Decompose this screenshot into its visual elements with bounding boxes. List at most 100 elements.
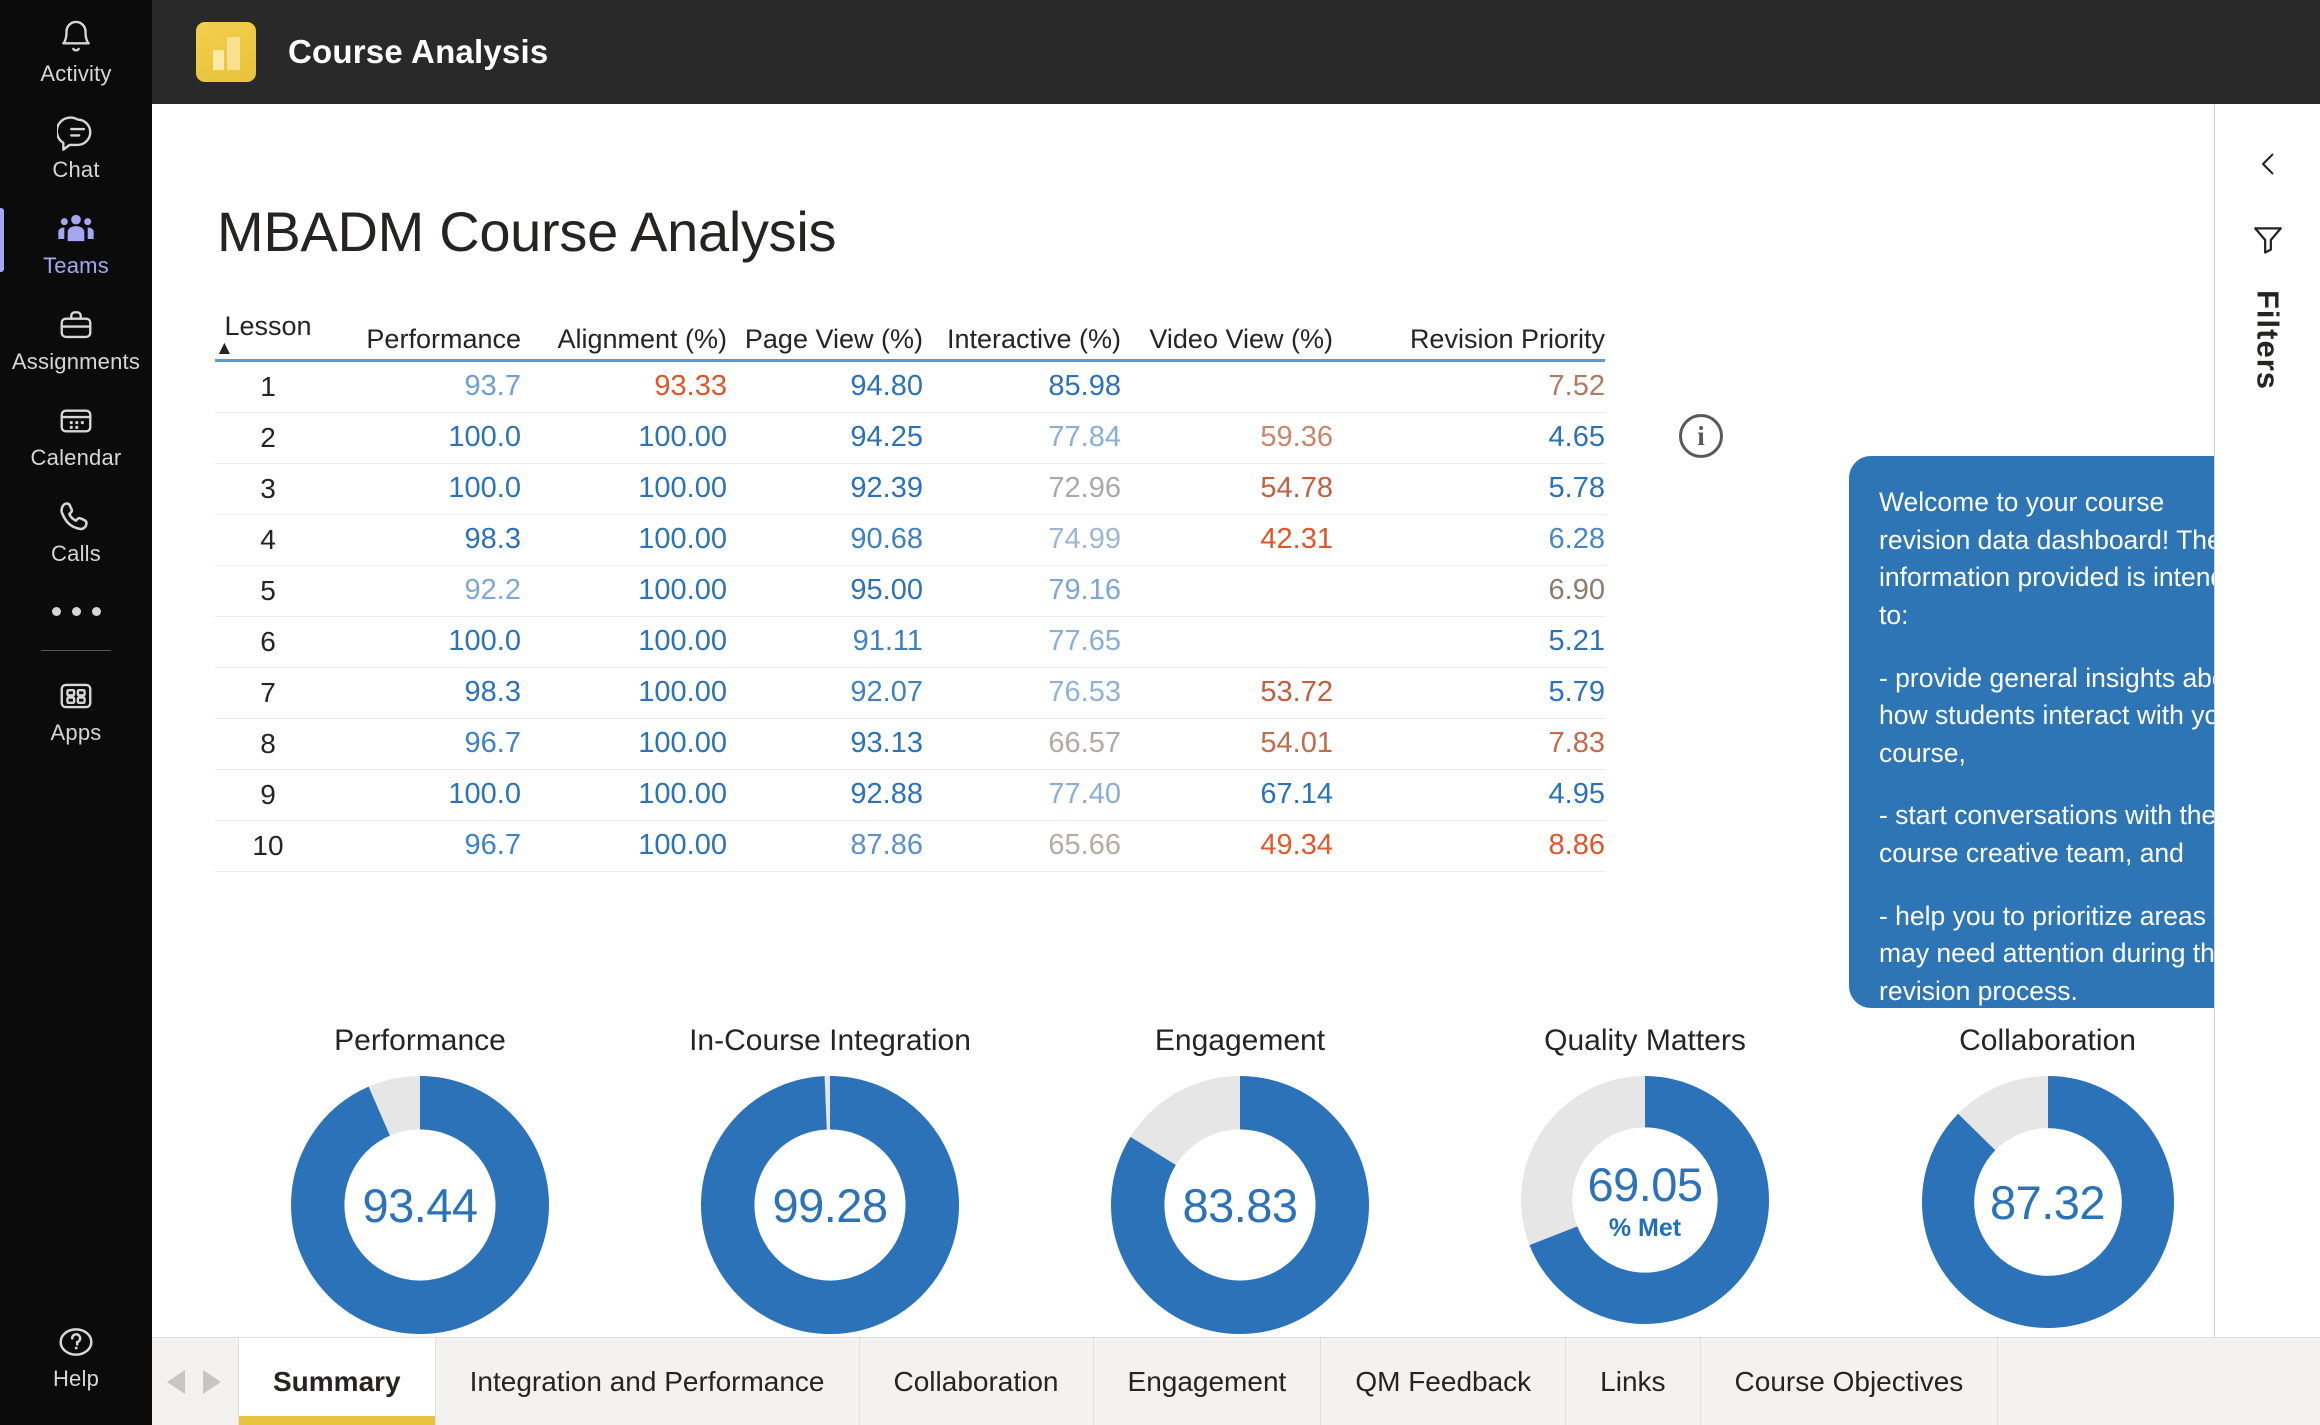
table-row[interactable]: 9 100.0 100.00 92.88 77.40 67.14 4.95 (215, 769, 1605, 821)
sidebar-item-help[interactable]: Help (0, 1305, 152, 1401)
cell-interactive: 76.53 (923, 667, 1121, 719)
tab-engagement[interactable]: Engagement (1093, 1338, 1322, 1425)
cell-page-view: 91.11 (727, 616, 923, 668)
cell-revision-priority: 6.90 (1333, 565, 1605, 617)
column-header-video-view[interactable]: Video View (%) (1121, 311, 1333, 361)
table-row[interactable]: 2 100.0 100.00 94.25 77.84 59.36 4.65 (215, 412, 1605, 464)
cell-alignment: 100.00 (521, 616, 727, 668)
page-tabbar: Summary Integration and Performance Collab… (152, 1337, 2320, 1425)
kpi-donut-ring: 87.32 (1921, 1076, 2174, 1328)
welcome-info-card: Welcome to your course revision data das… (1849, 456, 2214, 1008)
chevron-left-icon[interactable] (2242, 138, 2294, 190)
table-row[interactable]: 10 96.7 100.00 87.86 65.66 49.34 8.86 (215, 820, 1605, 872)
cell-interactive: 85.98 (923, 360, 1121, 413)
tab-course-objectives[interactable]: Course Objectives (1700, 1338, 1999, 1425)
cell-alignment: 100.00 (521, 412, 727, 464)
kpi-donut[interactable]: Engagement 83.83 (1035, 1024, 1445, 1334)
cell-video-view: 53.72 (1121, 667, 1333, 719)
report-canvas: MBADM Course Analysis Lesson ▲ Performan… (152, 104, 2214, 1337)
page-title: MBADM Course Analysis (217, 200, 837, 263)
kpi-donut-row: Performance 93.44 In-Course Integration 99.… (215, 1024, 2214, 1334)
table-row[interactable]: 1 93.7 93.33 94.80 85.98 7.52 (215, 360, 1605, 413)
table-row[interactable]: 8 96.7 100.00 93.13 66.57 54.01 7.83 (215, 718, 1605, 770)
tab-summary[interactable]: Summary (238, 1338, 436, 1425)
caret-left-icon[interactable] (164, 1367, 190, 1397)
cell-lesson: 6 (215, 616, 321, 668)
cell-performance: 98.3 (321, 514, 521, 566)
tab-links[interactable]: Links (1566, 1338, 1701, 1425)
sidebar-item-activity[interactable]: Activity (0, 0, 152, 96)
info-icon[interactable]: i (1679, 414, 1723, 458)
cell-alignment: 100.00 (521, 718, 727, 770)
column-header-lesson[interactable]: Lesson ▲ (215, 311, 321, 361)
cell-lesson: 10 (215, 820, 321, 872)
column-header-performance[interactable]: Performance (321, 311, 521, 361)
tab-qm-feedback[interactable]: QM Feedback (1321, 1338, 1567, 1425)
cell-page-view: 94.25 (727, 412, 923, 464)
calendar-icon (53, 400, 99, 442)
sidebar-item-calendar[interactable]: Calendar (0, 384, 152, 480)
table-row[interactable]: 4 98.3 100.00 90.68 74.99 42.31 6.28 (215, 514, 1605, 566)
cell-alignment: 100.00 (521, 565, 727, 617)
kpi-donut[interactable]: Performance 93.44 (215, 1024, 625, 1334)
cell-performance: 100.0 (321, 616, 521, 668)
cell-revision-priority: 4.65 (1333, 412, 1605, 464)
cell-interactive: 77.40 (923, 769, 1121, 821)
cell-revision-priority: 4.95 (1333, 769, 1605, 821)
sidebar-item-chat[interactable]: Chat (0, 96, 152, 192)
cell-performance: 93.7 (321, 360, 521, 413)
table-row[interactable]: 7 98.3 100.00 92.07 76.53 53.72 5.79 (215, 667, 1605, 719)
sidebar-item-label: Assignments (11, 348, 141, 374)
cell-revision-priority: 8.86 (1333, 820, 1605, 872)
teams-icon (53, 208, 99, 250)
app-rail: Activity Chat Teams Assignments Calendar… (0, 0, 152, 1425)
sidebar-item-assignments[interactable]: Assignments (0, 288, 152, 384)
tab-integration-and-performance[interactable]: Integration and Performance (435, 1338, 860, 1425)
sidebar-item-teams[interactable]: Teams (0, 192, 152, 288)
cell-alignment: 100.00 (521, 667, 727, 719)
tab-label: Summary (273, 1365, 401, 1397)
cell-page-view: 93.13 (727, 718, 923, 770)
column-header-interactive[interactable]: Interactive (%) (923, 311, 1121, 361)
cell-performance: 98.3 (321, 667, 521, 719)
cell-revision-priority: 6.28 (1333, 514, 1605, 566)
tab-label: QM Feedback (1355, 1365, 1532, 1397)
sidebar-item-label: Chat (52, 156, 100, 182)
table-row[interactable]: 5 92.2 100.00 95.00 79.16 6.90 (215, 565, 1605, 617)
kpi-donut-ring: 93.44 (291, 1076, 549, 1334)
cell-page-view: 92.07 (727, 667, 923, 719)
cell-interactive: 65.66 (923, 820, 1121, 872)
column-header-page-view[interactable]: Page View (%) (727, 311, 923, 361)
kpi-donut[interactable]: Collaboration 87.32 (1845, 1024, 2214, 1334)
filter-funnel-icon[interactable] (2243, 216, 2293, 262)
kpi-donut[interactable]: Quality Matters 69.05% Met (1445, 1024, 1845, 1334)
info-card-paragraph: - provide general insights about how stu… (1879, 662, 2214, 768)
column-header-alignment[interactable]: Alignment (%) (521, 311, 727, 361)
caret-right-icon[interactable] (198, 1367, 224, 1397)
cell-video-view (1121, 565, 1333, 617)
tab-collaboration[interactable]: Collaboration (859, 1338, 1094, 1425)
cell-performance: 92.2 (321, 565, 521, 617)
sidebar-item-calls[interactable]: Calls (0, 480, 152, 576)
kpi-donut-title: Quality Matters (1544, 1024, 1746, 1057)
cell-video-view (1121, 616, 1333, 668)
cell-lesson: 1 (215, 360, 321, 413)
cell-lesson: 3 (215, 463, 321, 515)
cell-interactive: 66.57 (923, 718, 1121, 770)
more-icon[interactable] (51, 576, 101, 646)
report-body: MBADM Course Analysis Lesson ▲ Performan… (152, 104, 2320, 1337)
column-header-revision-priority[interactable]: Revision Priority (1333, 311, 1605, 361)
table-row[interactable]: 3 100.0 100.00 92.39 72.96 54.78 5.78 (215, 463, 1605, 515)
kpi-donut-ring: 69.05% Met (1521, 1076, 1769, 1324)
sidebar-item-label: Teams (43, 252, 109, 278)
cell-video-view (1121, 360, 1333, 413)
sidebar-item-apps[interactable]: Apps (0, 659, 152, 755)
cell-lesson: 7 (215, 667, 321, 719)
table-row[interactable]: 6 100.0 100.00 91.11 77.65 5.21 (215, 616, 1605, 668)
info-card-paragraph: Welcome to your course revision data das… (1879, 487, 2214, 630)
cell-performance: 96.7 (321, 820, 521, 872)
lesson-metrics-table[interactable]: Lesson ▲ Performance Alignment (%) Page … (215, 311, 1605, 872)
cell-video-view: 54.01 (1121, 718, 1333, 770)
calls-icon (53, 496, 99, 538)
kpi-donut[interactable]: In-Course Integration 99.28 (625, 1024, 1035, 1334)
